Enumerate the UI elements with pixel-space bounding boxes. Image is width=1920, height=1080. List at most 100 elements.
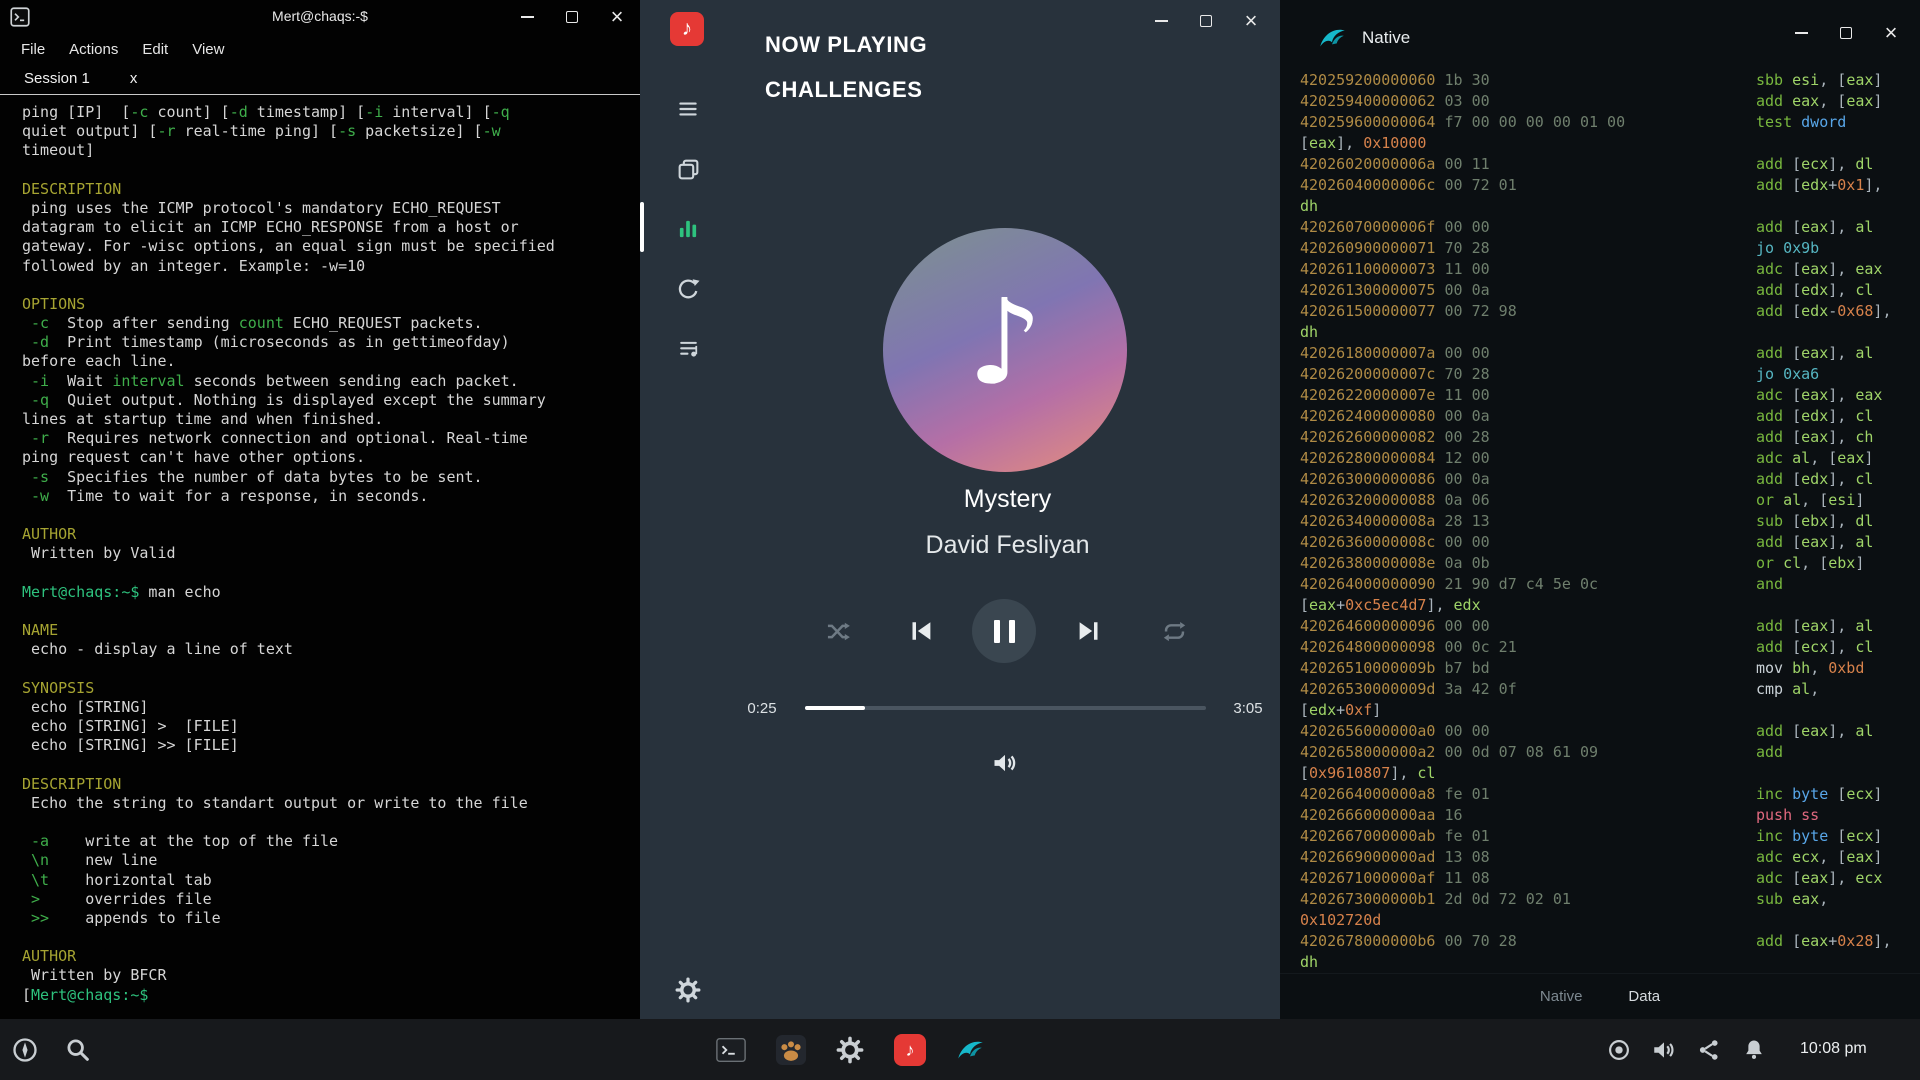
disassembly-continuation[interactable]: 0x102720d	[1300, 910, 1900, 931]
disassembly-continuation[interactable]: [eax+0xc5ec4d7], edx	[1300, 595, 1900, 616]
now-playing-heading: NOW PLAYING CHALLENGES	[765, 22, 927, 112]
tab-native[interactable]: Native	[1540, 988, 1583, 1005]
maximize-icon	[1200, 15, 1212, 27]
settings-button[interactable]	[673, 975, 703, 1005]
disassembly-row[interactable]: 42026530000009d 3a 42 0fcmp al,	[1300, 679, 1900, 700]
disassembly-row[interactable]: 42026070000006f 00 00add [eax], al	[1300, 217, 1900, 238]
disassembly-row[interactable]: 4202666000000aa 16push ss	[1300, 805, 1900, 826]
tab-session-1[interactable]: Session 1	[24, 70, 90, 87]
disassembly-row[interactable]: 42026200000007c 70 28jo 0xa6	[1300, 364, 1900, 385]
disassembly-row[interactable]: 4202669000000ad 13 08adc ecx, [eax]	[1300, 847, 1900, 868]
library-button[interactable]	[673, 154, 703, 184]
disassembly-row[interactable]: 42026020000006a 00 11add [ecx], dl	[1300, 154, 1900, 175]
disassembly-row[interactable]: 4202667000000ab fe 01inc byte [ecx]	[1300, 826, 1900, 847]
disassembly-row[interactable]: 420261100000073 11 00adc [eax], eax	[1300, 259, 1900, 280]
refresh-button[interactable]	[673, 274, 703, 304]
queue-button[interactable]	[673, 333, 703, 363]
disassembly-continuation[interactable]: dh	[1300, 952, 1900, 973]
disassembly-row[interactable]: 420260900000071 70 28jo 0x9b	[1300, 238, 1900, 259]
tab-data[interactable]: Data	[1628, 988, 1660, 1005]
disassembly-row[interactable]: 420259200000060 1b 30sbb esi, [eax]	[1300, 70, 1900, 91]
disassembly-row[interactable]: 420264000000090 21 90 d7 c4 5e 0cand	[1300, 574, 1900, 595]
disassembly-row[interactable]: 4202673000000b1 2d 0d 72 02 01sub eax,	[1300, 889, 1900, 910]
disassembly-row[interactable]: 420264800000098 00 0c 21add [ecx], cl	[1300, 637, 1900, 658]
disassembly-row[interactable]: 4202656000000a0 00 00add [eax], al	[1300, 721, 1900, 742]
disassembly-row[interactable]: 42026180000007a 00 00add [eax], al	[1300, 343, 1900, 364]
disassembly-row[interactable]: 420261300000075 00 0aadd [edx], cl	[1300, 280, 1900, 301]
taskbar-paw-app-button[interactable]	[774, 1033, 808, 1067]
terminal-line: -q Quiet output. Nothing is displayed ex…	[22, 391, 640, 410]
repeat-button[interactable]	[1160, 617, 1188, 645]
taskbar-native-button[interactable]	[953, 1033, 987, 1067]
wave-logo-icon	[1316, 22, 1348, 54]
disassembly-row[interactable]: 4202658000000a2 00 0d 07 08 61 09add	[1300, 742, 1900, 763]
disassembly-row[interactable]: 420262400000080 00 0aadd [edx], cl	[1300, 406, 1900, 427]
terminal-line: > overrides file	[22, 890, 640, 909]
stats-button[interactable]	[673, 214, 703, 244]
disassembly-row[interactable]: 420259600000064 f7 00 00 00 00 01 00test…	[1300, 112, 1900, 133]
disassembly-row[interactable]: 420263200000088 0a 06or al, [esi]	[1300, 490, 1900, 511]
taskbar-volume-button[interactable]	[1647, 1033, 1681, 1067]
maximize-button[interactable]	[561, 6, 583, 28]
disassembly-row[interactable]: 420259400000062 03 00add eax, [eax]	[1300, 91, 1900, 112]
taskbar-terminal-button[interactable]	[714, 1033, 748, 1067]
maximize-button[interactable]	[1195, 10, 1217, 32]
volume-button[interactable]	[990, 748, 1020, 778]
disassembly-row[interactable]: 42026340000008a 28 13sub [ebx], dl	[1300, 511, 1900, 532]
terminal-line: lines at startup time and when finished.	[22, 410, 640, 429]
disassembly-row[interactable]: 420263000000086 00 0aadd [edx], cl	[1300, 469, 1900, 490]
terminal-titlebar[interactable]: Mert@chaqs:-$ ×	[0, 0, 640, 34]
close-button[interactable]: ×	[606, 6, 628, 28]
menu-button[interactable]	[673, 94, 703, 124]
disassembly-row[interactable]: 420261500000077 00 72 98add [edx-0x68],	[1300, 301, 1900, 322]
menu-view[interactable]: View	[192, 41, 224, 58]
share-button[interactable]	[1692, 1033, 1726, 1067]
disassembly-row[interactable]: 42026360000008c 00 00add [eax], al	[1300, 532, 1900, 553]
menu-file[interactable]: File	[21, 41, 45, 58]
next-button[interactable]	[1074, 616, 1104, 646]
record-icon	[1606, 1037, 1632, 1063]
native-titlebar[interactable]: Native ×	[1280, 0, 1920, 66]
progress-bar[interactable]	[805, 706, 1206, 710]
launcher-button[interactable]	[8, 1033, 42, 1067]
disassembly-continuation[interactable]: dh	[1300, 322, 1900, 343]
disassembly-row[interactable]: 4202678000000b6 00 70 28add [eax+0x28],	[1300, 931, 1900, 952]
menu-actions[interactable]: Actions	[69, 41, 118, 58]
terminal-output[interactable]: ping [IP] [-c count] [-d timestamp] [-i …	[0, 95, 640, 1005]
minimize-button[interactable]	[1790, 22, 1812, 44]
disassembly-row[interactable]: 42026510000009b b7 bdmov bh, 0xbd	[1300, 658, 1900, 679]
disassembly[interactable]: 420259200000060 1b 30sbb esi, [eax]42025…	[1300, 70, 1900, 973]
search-button[interactable]	[61, 1033, 95, 1067]
tab-close-icon[interactable]: x	[130, 70, 138, 87]
terminal-line	[22, 161, 640, 180]
disassembly-row[interactable]: 420262600000082 00 28add [eax], ch	[1300, 427, 1900, 448]
maximize-button[interactable]	[1835, 22, 1857, 44]
disassembly-continuation[interactable]: [edx+0xf]	[1300, 700, 1900, 721]
disassembly-row[interactable]: 4202671000000af 11 08adc [eax], ecx	[1300, 868, 1900, 889]
disassembly-row[interactable]: 420262800000084 12 00adc al, [eax]	[1300, 448, 1900, 469]
terminal-menubar: File Actions Edit View	[0, 34, 640, 62]
disassembly-continuation[interactable]: [0x9610807], cl	[1300, 763, 1900, 784]
terminal-line: -c Stop after sending count ECHO_REQUEST…	[22, 314, 640, 333]
disassembly-row[interactable]: 4202664000000a8 fe 01inc byte [ecx]	[1300, 784, 1900, 805]
disassembly-row[interactable]: 42026040000006c 00 72 01add [edx+0x1],	[1300, 175, 1900, 196]
disassembly-continuation[interactable]: [eax], 0x10000	[1300, 133, 1900, 154]
record-button[interactable]	[1602, 1033, 1636, 1067]
disassembly-row[interactable]: 42026220000007e 11 00adc [eax], eax	[1300, 385, 1900, 406]
taskbar-music-button[interactable]: ♪	[893, 1033, 927, 1067]
disassembly-continuation[interactable]: dh	[1300, 196, 1900, 217]
notifications-button[interactable]	[1737, 1033, 1771, 1067]
minimize-button[interactable]	[1150, 10, 1172, 32]
disassembly-row[interactable]: 42026380000008e 0a 0bor cl, [ebx]	[1300, 553, 1900, 574]
menu-edit[interactable]: Edit	[142, 41, 168, 58]
terminal-line	[22, 602, 640, 621]
minimize-button[interactable]	[516, 6, 538, 28]
shuffle-button[interactable]	[823, 617, 851, 645]
close-button[interactable]: ×	[1240, 10, 1262, 32]
play-pause-button[interactable]	[972, 599, 1036, 663]
previous-button[interactable]	[906, 616, 936, 646]
taskbar-settings-button[interactable]	[833, 1033, 867, 1067]
desktop: Mert@chaqs:-$ × File Actions Edit View S…	[0, 0, 1920, 1080]
close-button[interactable]: ×	[1880, 22, 1902, 44]
disassembly-row[interactable]: 420264600000096 00 00add [eax], al	[1300, 616, 1900, 637]
